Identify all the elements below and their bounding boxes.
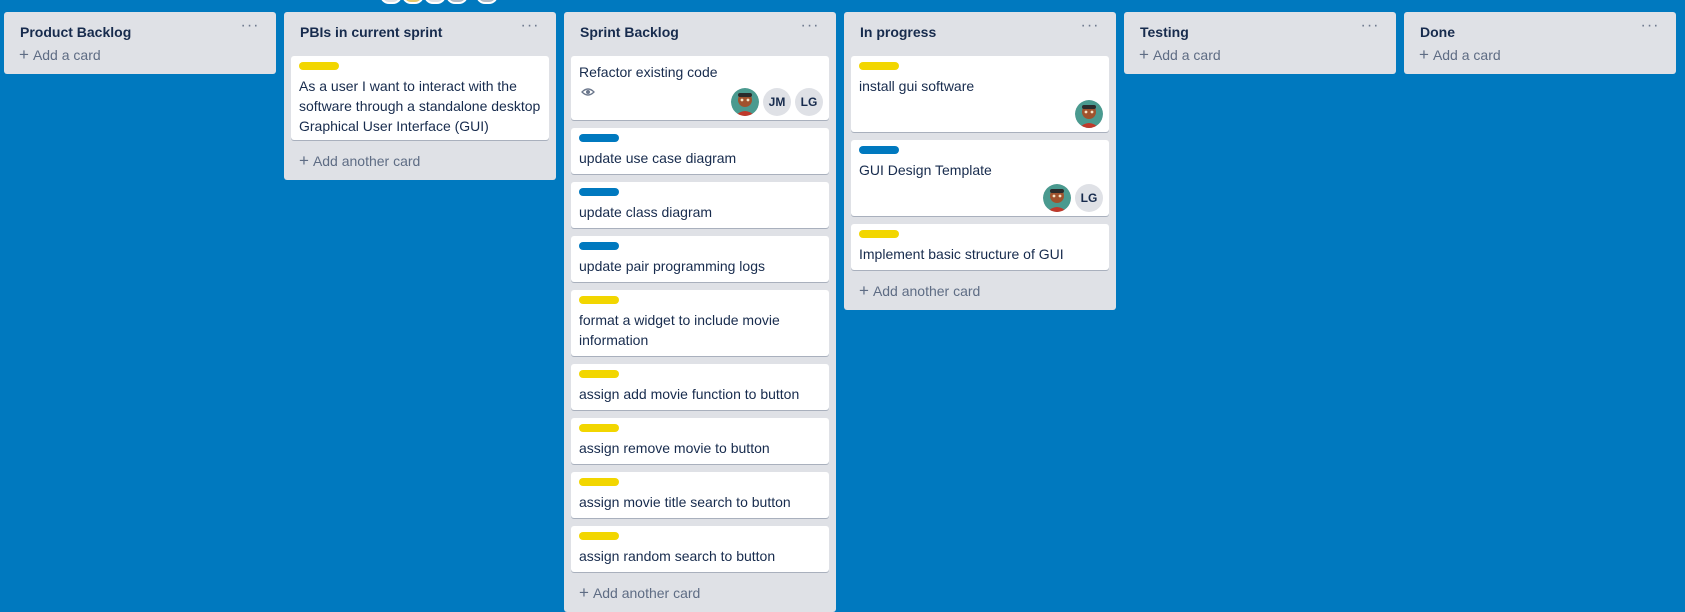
list-title[interactable]: Product Backlog <box>20 24 131 40</box>
card-title: GUI Design Template <box>859 162 992 178</box>
card-members: LG <box>1043 184 1103 212</box>
ellipsis-icon[interactable]: ··· <box>1359 18 1381 42</box>
card-title: update class diagram <box>579 204 713 220</box>
header-avatar[interactable] <box>402 0 424 4</box>
card[interactable]: format a widget to include movie informa… <box>571 290 829 356</box>
add-card-label: Add another card <box>312 153 421 169</box>
list-pbis-in-current-sprint: PBIs in current sprint ··· As a user I w… <box>284 12 556 180</box>
card[interactable]: Refactor existing code JM LG <box>571 56 829 120</box>
header-avatar[interactable] <box>380 0 402 4</box>
header-avatar[interactable] <box>424 0 446 4</box>
member-photo-avatar[interactable] <box>1043 184 1071 212</box>
header-avatar-strip <box>380 0 520 4</box>
add-another-card-button[interactable]: + Add another card <box>571 580 829 606</box>
card-title: Refactor existing code <box>579 64 718 80</box>
card-label-yellow[interactable] <box>859 230 899 238</box>
add-card-label: Add a card <box>1152 47 1221 63</box>
card[interactable]: As a user I want to interact with the so… <box>291 56 549 140</box>
card[interactable]: install gui software <box>851 56 1109 132</box>
list-done: Done ··· + Add a card <box>1404 12 1676 74</box>
member-avatar-jm[interactable]: JM <box>763 88 791 116</box>
add-card-label: Add another card <box>872 283 981 299</box>
card-members <box>1075 100 1103 128</box>
card-title: update pair programming logs <box>579 258 765 274</box>
list-header: Product Backlog ··· <box>11 12 269 46</box>
list-title[interactable]: In progress <box>860 24 936 40</box>
card-label-blue[interactable] <box>579 134 619 142</box>
add-card-label: Add a card <box>1432 47 1501 63</box>
ellipsis-icon[interactable]: ··· <box>519 18 541 42</box>
list-in-progress: In progress ··· install gui software GUI… <box>844 12 1116 310</box>
card-members: JM LG <box>731 88 823 116</box>
card-label-yellow[interactable] <box>579 370 619 378</box>
card-title: As a user I want to interact with the so… <box>299 78 541 134</box>
card-title: assign random search to button <box>579 548 776 564</box>
plus-icon: + <box>1419 45 1429 64</box>
member-photo-avatar[interactable] <box>731 88 759 116</box>
ellipsis-icon[interactable]: ··· <box>1079 18 1101 42</box>
card-title: assign remove movie to button <box>579 440 770 456</box>
list-header: Testing ··· <box>1131 12 1389 46</box>
card-title: assign movie title search to button <box>579 494 791 510</box>
ellipsis-icon[interactable]: ··· <box>1639 18 1661 42</box>
card[interactable]: Implement basic structure of GUI <box>851 224 1109 270</box>
card[interactable]: GUI Design Template LG <box>851 140 1109 216</box>
card-label-yellow[interactable] <box>299 62 339 70</box>
card[interactable]: update use case diagram <box>571 128 829 174</box>
member-avatar-lg[interactable]: LG <box>1075 184 1103 212</box>
header-avatar[interactable] <box>476 0 498 4</box>
card[interactable]: assign movie title search to button <box>571 472 829 518</box>
list-testing: Testing ··· + Add a card <box>1124 12 1396 74</box>
card[interactable]: assign add movie function to button <box>571 364 829 410</box>
card-label-yellow[interactable] <box>579 478 619 486</box>
add-card-label: Add another card <box>592 585 701 601</box>
add-card-label: Add a card <box>32 47 101 63</box>
plus-icon: + <box>579 583 589 602</box>
card-label-yellow[interactable] <box>859 62 899 70</box>
card-label-blue[interactable] <box>579 188 619 196</box>
member-avatar-lg[interactable]: LG <box>795 88 823 116</box>
card-title: assign add movie function to button <box>579 386 800 402</box>
board: Product Backlog ··· + Add a card PBIs in … <box>4 12 1685 612</box>
ellipsis-icon[interactable]: ··· <box>239 18 261 42</box>
list-header: Sprint Backlog ··· <box>571 12 829 56</box>
list-title[interactable]: PBIs in current sprint <box>300 24 442 40</box>
card-label-blue[interactable] <box>859 146 899 154</box>
plus-icon: + <box>19 45 29 64</box>
list-header: In progress ··· <box>851 12 1109 56</box>
eye-icon <box>581 88 595 96</box>
ellipsis-icon[interactable]: ··· <box>799 18 821 42</box>
card-label-yellow[interactable] <box>579 296 619 304</box>
plus-icon: + <box>859 281 869 300</box>
plus-icon: + <box>1139 45 1149 64</box>
card[interactable]: update pair programming logs <box>571 236 829 282</box>
card-label-yellow[interactable] <box>579 424 619 432</box>
list-header: PBIs in current sprint ··· <box>291 12 549 56</box>
card-label-blue[interactable] <box>579 242 619 250</box>
card-title: update use case diagram <box>579 150 737 166</box>
card-title: Implement basic structure of GUI <box>859 246 1064 262</box>
card-label-yellow[interactable] <box>579 532 619 540</box>
list-title[interactable]: Sprint Backlog <box>580 24 679 40</box>
card-title: format a widget to include movie informa… <box>579 312 780 348</box>
card[interactable]: assign random search to button <box>571 526 829 572</box>
header-avatar[interactable] <box>446 0 468 4</box>
plus-icon: + <box>299 151 309 170</box>
list-product-backlog: Product Backlog ··· + Add a card <box>4 12 276 74</box>
add-another-card-button[interactable]: + Add another card <box>851 278 1109 304</box>
card[interactable]: assign remove movie to button <box>571 418 829 464</box>
member-photo-avatar[interactable] <box>1075 100 1103 128</box>
list-header: Done ··· <box>1411 12 1669 46</box>
list-title[interactable]: Done <box>1420 24 1455 40</box>
add-another-card-button[interactable]: + Add another card <box>291 148 549 174</box>
card-title: install gui software <box>859 78 975 94</box>
list-sprint-backlog: Sprint Backlog ··· Refactor existing cod… <box>564 12 836 612</box>
list-title[interactable]: Testing <box>1140 24 1189 40</box>
card[interactable]: update class diagram <box>571 182 829 228</box>
